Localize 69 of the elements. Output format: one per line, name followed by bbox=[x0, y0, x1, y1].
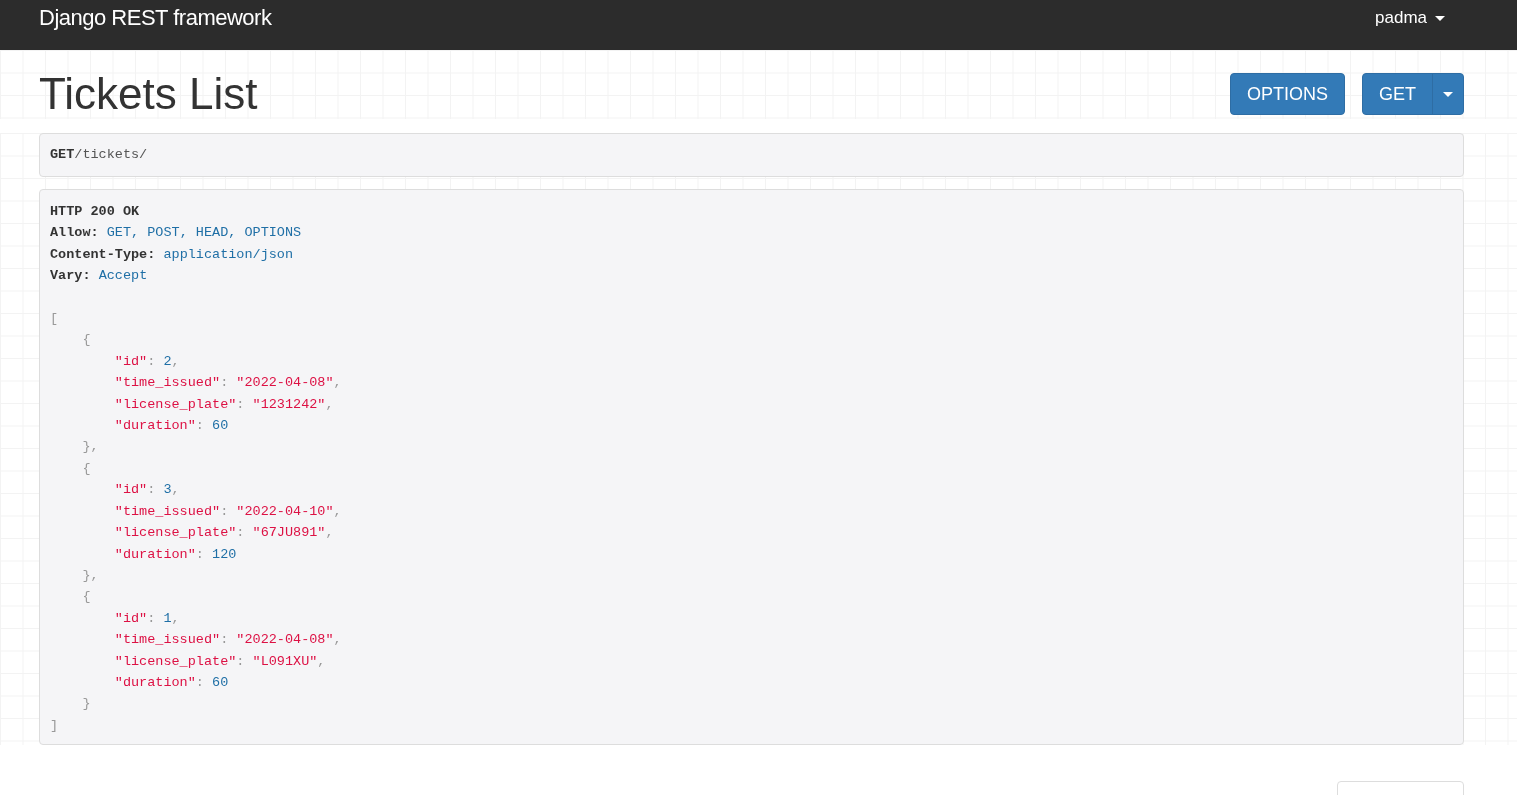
header-value: GET, POST, HEAD, OPTIONS bbox=[106, 225, 302, 241]
json-string: "2022-04-08" bbox=[236, 375, 334, 391]
json-punctuation: }, bbox=[81, 567, 99, 583]
json-punctuation: , bbox=[325, 396, 334, 412]
header-name: Allow: bbox=[50, 225, 99, 241]
json-number: 60 bbox=[212, 418, 229, 434]
json-punctuation: : bbox=[195, 418, 205, 434]
json-punctuation: ] bbox=[50, 717, 59, 733]
page-title: Tickets List bbox=[39, 69, 258, 119]
json-key: "duration" bbox=[50, 546, 196, 562]
response-status: HTTP 200 OK bbox=[50, 204, 140, 219]
json-key: "time_issued" bbox=[50, 375, 221, 391]
json-punctuation: , bbox=[171, 482, 180, 498]
json-number: 120 bbox=[212, 546, 237, 562]
json-punctuation: : bbox=[147, 610, 157, 626]
get-button[interactable]: GET bbox=[1363, 74, 1432, 114]
json-number: 3 bbox=[163, 482, 172, 498]
caret-icon bbox=[1443, 91, 1453, 97]
header-name: Content-Type: bbox=[50, 246, 156, 262]
json-punctuation: [ bbox=[50, 311, 59, 327]
json-punctuation: , bbox=[333, 503, 342, 519]
json-key: "duration" bbox=[50, 674, 196, 690]
user-menu[interactable]: padma bbox=[1375, 0, 1445, 36]
json-punctuation: { bbox=[81, 589, 91, 605]
json-punctuation: : bbox=[236, 525, 246, 541]
json-punctuation: : bbox=[147, 353, 157, 369]
json-key: "duration" bbox=[50, 418, 196, 434]
json-punctuation: { bbox=[81, 332, 91, 348]
json-punctuation: : bbox=[195, 674, 205, 690]
request-path: /tickets/ bbox=[74, 145, 148, 164]
json-punctuation: , bbox=[171, 610, 180, 626]
json-punctuation: : bbox=[220, 632, 230, 648]
json-key: "id" bbox=[50, 353, 148, 369]
json-punctuation: { bbox=[81, 460, 91, 476]
caret-icon bbox=[1435, 15, 1445, 21]
json-number: 1 bbox=[163, 610, 172, 626]
header-value: application/json bbox=[163, 246, 294, 262]
json-number: 60 bbox=[212, 674, 229, 690]
json-punctuation: , bbox=[325, 525, 334, 541]
json-string: "67JU891" bbox=[252, 525, 326, 541]
request-method: GET bbox=[50, 145, 75, 164]
json-punctuation: : bbox=[147, 482, 157, 498]
json-key: "time_issued" bbox=[50, 503, 221, 519]
json-punctuation: } bbox=[81, 696, 91, 712]
json-string: "1231242" bbox=[252, 396, 326, 412]
json-key: "id" bbox=[50, 610, 148, 626]
json-number: 2 bbox=[163, 353, 172, 369]
json-punctuation: , bbox=[171, 353, 180, 369]
json-key: "license_plate" bbox=[50, 525, 237, 541]
json-punctuation: : bbox=[220, 375, 230, 391]
json-punctuation: , bbox=[333, 375, 342, 391]
json-punctuation: , bbox=[333, 632, 342, 648]
json-key: "license_plate" bbox=[50, 396, 237, 412]
json-string: "2022-04-08" bbox=[236, 632, 334, 648]
json-string: "2022-04-10" bbox=[236, 503, 334, 519]
json-punctuation: }, bbox=[81, 439, 99, 455]
json-key: "time_issued" bbox=[50, 632, 221, 648]
json-punctuation: : bbox=[236, 653, 246, 669]
header-value: Accept bbox=[98, 268, 148, 284]
json-punctuation: : bbox=[195, 546, 205, 562]
json-key: "id" bbox=[50, 482, 148, 498]
header-name: Vary: bbox=[50, 268, 91, 284]
json-punctuation: , bbox=[317, 653, 326, 669]
json-punctuation: : bbox=[220, 503, 230, 519]
json-punctuation: : bbox=[236, 396, 246, 412]
json-key: "license_plate" bbox=[50, 653, 237, 669]
options-button[interactable]: OPTIONS bbox=[1229, 73, 1345, 115]
json-string: "L091XU" bbox=[252, 653, 318, 669]
brand-link[interactable]: Django REST framework bbox=[39, 0, 272, 36]
